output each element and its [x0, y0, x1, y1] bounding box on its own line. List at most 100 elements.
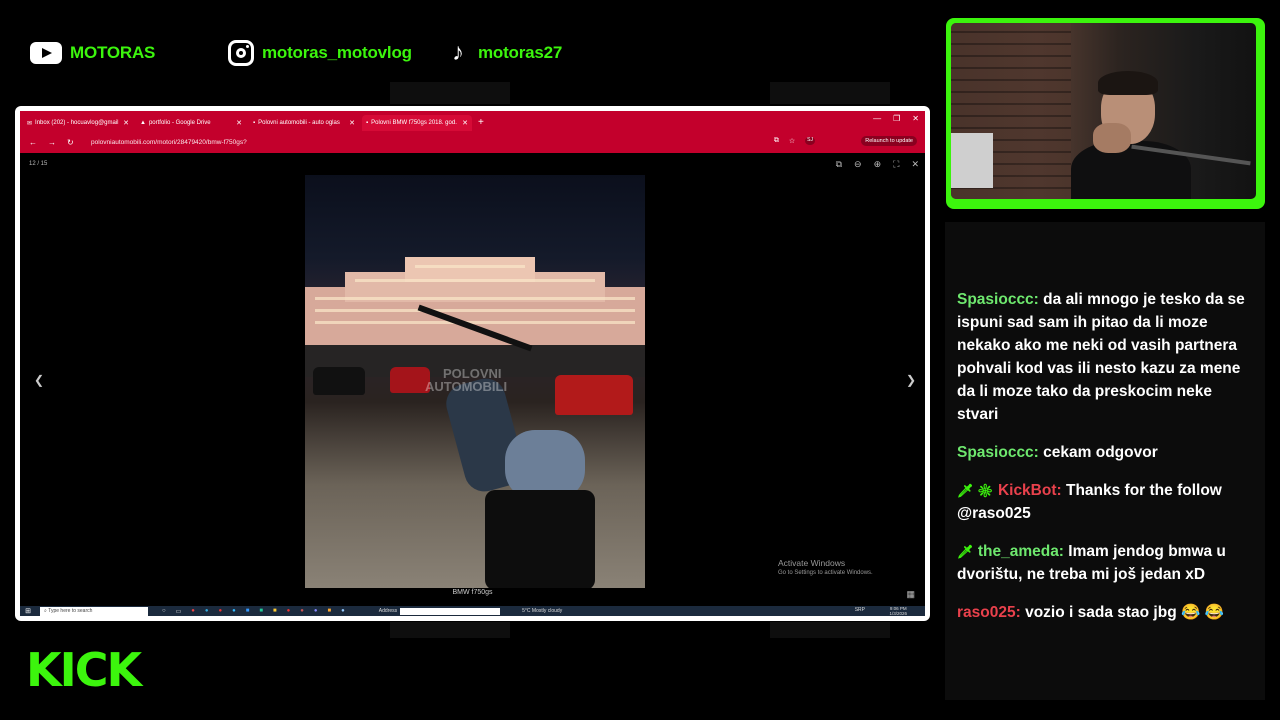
taskbar-address-toolbar: Address — [378, 607, 501, 615]
car-shape — [313, 367, 365, 395]
tab-title: Polovni BMW f750gs 2018. god. — [371, 120, 457, 126]
chat-badges: 🗡 ❇ — [957, 483, 994, 498]
address-icons: ⧉ ☆ SJ — [774, 137, 815, 145]
edge-icon[interactable]: ● — [205, 608, 209, 615]
photoshop-icon[interactable]: ■ — [246, 608, 250, 615]
start-icon[interactable]: ⊞ — [20, 607, 36, 615]
zoom-out-icon[interactable]: ⊖ — [854, 159, 862, 170]
close-tab-icon[interactable]: ✕ — [236, 119, 242, 127]
activate-subtitle: Go to Settings to activate Windows. — [778, 570, 873, 576]
chat-username[interactable]: KickBot: — [998, 482, 1062, 499]
photo-watermark: POLOVNI AUTOMOBILI — [425, 367, 507, 393]
new-tab-button[interactable]: + — [478, 115, 484, 131]
thumbnail-grid-icon[interactable]: ▦ — [906, 589, 915, 600]
address-label: Address — [378, 608, 398, 614]
discord-icon[interactable]: ● — [314, 608, 318, 615]
activate-windows-notice: Activate Windows Go to Settings to activ… — [778, 558, 873, 576]
instagram-icon — [228, 40, 254, 66]
zoom-in-icon[interactable]: ⊕ — [874, 159, 882, 170]
widgets-icon[interactable]: ▭ — [176, 608, 182, 615]
back-icon[interactable]: ← — [29, 138, 39, 147]
background-panel — [390, 82, 510, 104]
image-counter: 12 / 15 — [29, 161, 48, 167]
chat-username[interactable]: Spasioccc: — [957, 291, 1039, 308]
streamer-hand — [1093, 123, 1131, 153]
install-icon[interactable]: ⧉ — [774, 137, 779, 145]
chat-panel: Spasioccc: da ali mnogo je tesko da se i… — [945, 222, 1265, 700]
task-view-icon[interactable]: ○ — [162, 608, 166, 615]
watermark-line: AUTOMOBILI — [425, 379, 508, 394]
slideshow-icon[interactable]: ⧉ — [836, 159, 842, 170]
address-input[interactable] — [400, 607, 501, 615]
folder-icon[interactable]: ■ — [273, 608, 277, 615]
reload-icon[interactable]: ↻ — [67, 138, 77, 147]
taskbar-clock[interactable]: 9:06 PM 1/3/2026 — [889, 606, 907, 616]
windows-taskbar: ⊞ ⌕ Type here to search ○ ▭ ● ● ● ● ■ ■ … — [20, 606, 925, 616]
browser-screen: ✉ Inbox (202) - hocuavlog@gmail ✕ ▲ port… — [20, 111, 925, 616]
youtube-handle: MOTORAS — [70, 43, 156, 62]
instagram-link[interactable]: motoras_motovlog — [228, 36, 412, 70]
chrome-icon[interactable]: ● — [287, 608, 291, 615]
car-shape — [390, 367, 430, 393]
background-panel — [770, 622, 890, 638]
taskbar-apps: ○ ▭ ● ● ● ● ■ ■ ■ ● ● ● ■ ● — [162, 608, 345, 615]
gmail-icon: ✉ — [27, 120, 33, 127]
tab-title: Inbox (202) - hocuavlog@gmail — [35, 120, 119, 126]
chat-text: da ali mnogo je tesko da se ispuni sad s… — [957, 291, 1245, 423]
background-panel — [390, 622, 510, 638]
tray-lang[interactable]: SRP — [855, 607, 865, 613]
app-icon[interactable]: ● — [191, 608, 195, 615]
site-icon: ▪ — [366, 120, 369, 126]
profile-avatar[interactable]: SJ — [805, 137, 815, 145]
app-icon[interactable]: ● — [232, 608, 236, 615]
chat-message: Spasioccc: da ali mnogo je tesko da se i… — [957, 288, 1247, 426]
tab-polovni-bmw[interactable]: ▪ Polovni BMW f750gs 2018. god. ✕ — [362, 115, 472, 131]
close-window-icon[interactable]: ✕ — [912, 114, 919, 123]
app-icon[interactable]: ■ — [328, 608, 332, 615]
next-image-icon[interactable]: ❯ — [906, 373, 916, 387]
webcam-feed — [951, 23, 1256, 199]
prev-image-icon[interactable]: ❮ — [34, 373, 44, 387]
restore-icon[interactable]: ❐ — [893, 114, 900, 123]
chat-username[interactable]: Spasioccc: — [957, 444, 1039, 461]
url-field[interactable]: polovniautomobili.com/motori/28479420/bm… — [91, 139, 247, 146]
tiktok-handle: motoras27 — [478, 43, 563, 62]
chat-text: vozio i sada stao jbg 😂 😂 — [1025, 604, 1224, 621]
chat-message: Spasioccc: cekam odgovor — [957, 441, 1247, 464]
close-tab-icon[interactable]: ✕ — [349, 119, 355, 127]
window-controls: — ❐ ✕ — [873, 114, 919, 123]
fullscreen-icon[interactable]: ⛶ — [893, 159, 899, 170]
site-icon: ▪ — [253, 120, 256, 126]
app-icon[interactable]: ● — [300, 608, 304, 615]
tab-title: Polovni automobili - auto oglas — [258, 120, 340, 126]
minimize-icon[interactable]: — — [873, 114, 881, 123]
youtube-link[interactable]: MOTORAS — [30, 36, 155, 70]
tab-drive[interactable]: ▲ portfolio - Google Drive ✕ — [136, 115, 246, 131]
tab-bar: ✉ Inbox (202) - hocuavlog@gmail ✕ ▲ port… — [20, 111, 925, 131]
tiktok-link[interactable]: ♪ motoras27 — [446, 36, 562, 70]
close-tab-icon[interactable]: ✕ — [462, 119, 468, 127]
clock-date: 1/3/2026 — [889, 611, 907, 616]
chat-text: Thanks for the follow @raso025 — [957, 482, 1222, 522]
taskbar-search-placeholder: Type here to search — [48, 608, 93, 614]
close-viewer-icon[interactable]: ✕ — [911, 159, 919, 170]
app-icon[interactable]: ■ — [259, 608, 263, 615]
photo-caption: BMW f750gs — [452, 589, 493, 596]
tab-polovni[interactable]: ▪ Polovni automobili - auto oglas ✕ — [249, 115, 359, 131]
tab-gmail[interactable]: ✉ Inbox (202) - hocuavlog@gmail ✕ — [23, 115, 133, 131]
steam-icon[interactable]: ● — [341, 608, 345, 615]
chat-username[interactable]: raso025: — [957, 604, 1021, 621]
activate-title: Activate Windows — [778, 558, 846, 568]
bookmark-star-icon[interactable]: ☆ — [789, 137, 795, 145]
forward-icon[interactable]: → — [48, 138, 58, 147]
relaunch-button[interactable]: Relaunch to update — [861, 136, 917, 146]
chat-badges: 🗡 — [957, 544, 974, 559]
screen-capture-frame: ✉ Inbox (202) - hocuavlog@gmail ✕ ▲ port… — [15, 106, 930, 621]
chat-message: 🗡 ❇ KickBot: Thanks for the follow @raso… — [957, 479, 1247, 525]
weather-widget[interactable]: 5°C Mostly cloudy — [522, 608, 562, 614]
close-tab-icon[interactable]: ✕ — [123, 119, 129, 127]
streamer-hair — [1098, 71, 1158, 95]
taskbar-search[interactable]: ⌕ Type here to search — [40, 606, 148, 616]
chrome-icon[interactable]: ● — [219, 608, 223, 615]
chat-username[interactable]: the_ameda: — [978, 543, 1064, 560]
